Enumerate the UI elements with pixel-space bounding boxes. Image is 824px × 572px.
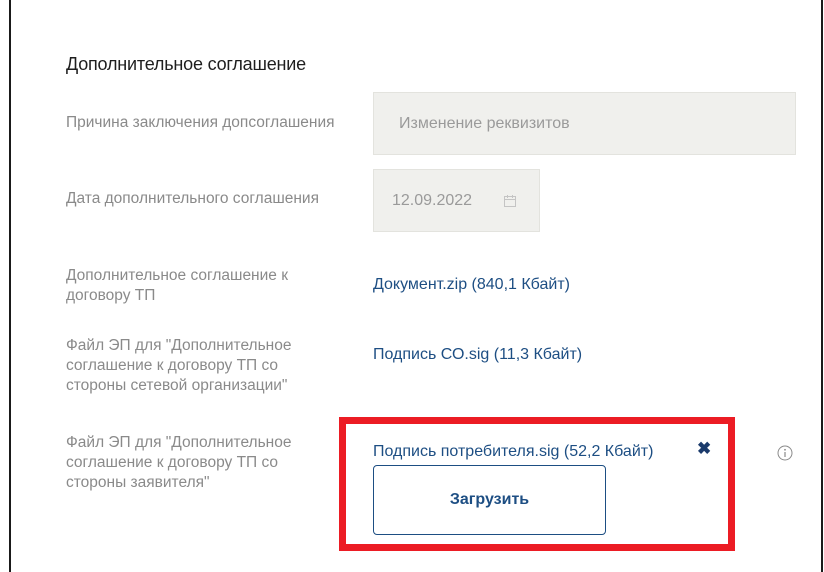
agreement-label: Дополнительное соглашение к договору ТП [66,267,288,304]
section-title: Дополнительное соглашение [66,54,306,74]
date-field: 12.09.2022 [373,169,540,232]
frame-right-border [821,0,823,572]
network-signature-file-link[interactable]: Подпись СО.sig (11,3 Кбайт) [373,346,582,364]
date-value: 12.09.2022 [392,191,473,209]
reason-field: Изменение реквизитов [373,92,796,155]
reason-label: Причина заключения допсоглашения [66,114,335,131]
applicant-signature-label: Файл ЭП для "Дополнительное соглашение к… [66,434,292,491]
agreement-file-link[interactable]: Документ.zip (840,1 Кбайт) [373,276,570,294]
frame-left-border [9,0,11,572]
calendar-icon [504,194,516,207]
info-icon[interactable] [777,445,793,461]
date-label: Дата дополнительного соглашения [66,190,319,207]
highlight-box [339,417,735,551]
reason-value: Изменение реквизитов [399,114,570,132]
network-signature-label: Файл ЭП для "Дополнительное соглашение к… [66,337,292,394]
